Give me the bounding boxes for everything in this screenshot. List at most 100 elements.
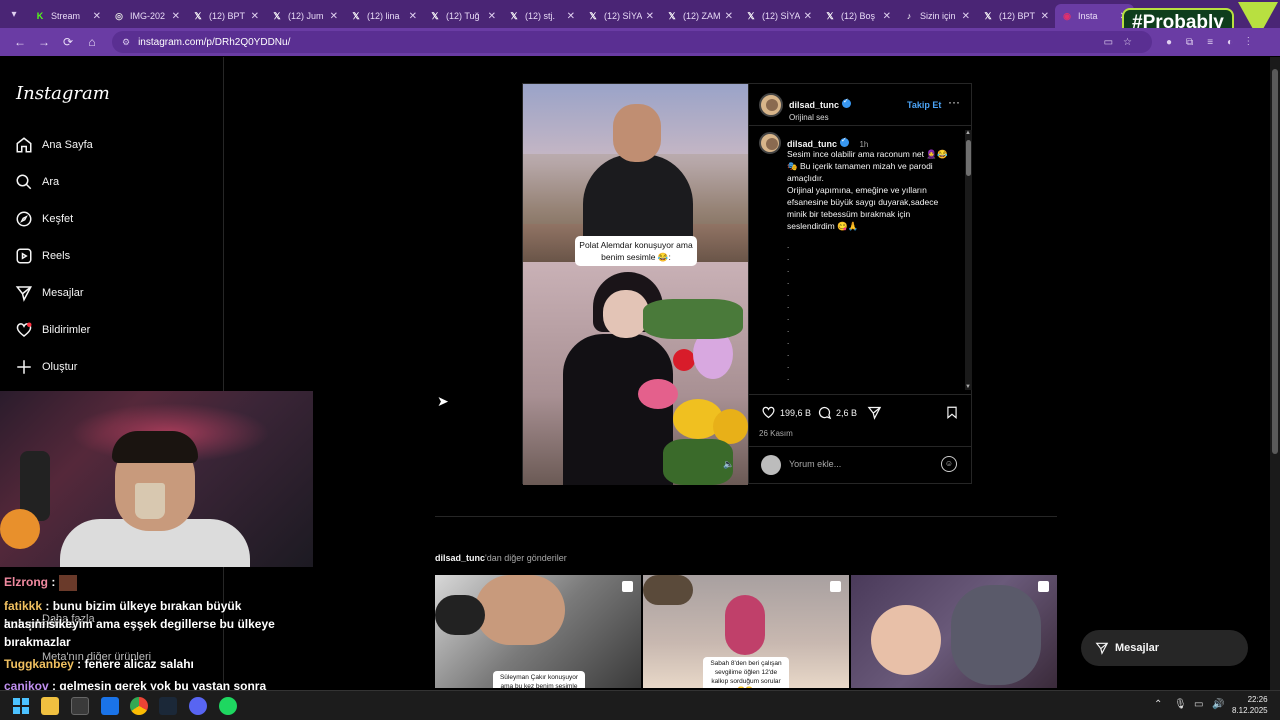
reel-video[interactable]: Polat Alemdar konuşuyor ama benim sesiml… [523,84,748,485]
save-button[interactable] [945,405,963,420]
more-posts-user[interactable]: dilsad_tunc [435,553,485,563]
back-button[interactable]: ← [8,35,32,49]
cast-icon[interactable]: ▭ [1104,37,1123,48]
mute-icon[interactable]: 🔈 [723,459,734,470]
caption-scrollbar[interactable]: ▲ ▼ [965,130,972,390]
tab-favicon-icon: 𝕏 [352,10,360,21]
comment-button[interactable]: 2,6 B [817,405,857,420]
tab-close-icon[interactable]: ✕ [488,11,496,22]
tab-close-icon[interactable]: ✕ [804,11,812,22]
windows-start-icon[interactable] [12,697,30,715]
tab-title: Stream [51,11,81,21]
browser-tab[interactable]: 𝕏 (12) SİYA ✕ [739,4,818,28]
verified-icon [842,97,852,109]
media-icon[interactable]: ≡ [1207,37,1227,48]
outlook-icon[interactable] [101,697,119,715]
tab-close-icon[interactable]: ✕ [567,11,575,22]
scroll-up-icon[interactable]: ▲ [965,130,971,136]
instagram-logo[interactable]: Instagram [16,83,110,104]
nav-messages[interactable]: Mesajlar [14,281,84,305]
messages-floating-button[interactable]: Mesajlar [1081,630,1248,666]
tray-expand-icon[interactable]: ⌃ [1154,699,1162,710]
scroll-down-icon[interactable]: ▼ [965,384,971,390]
caption-avatar[interactable] [759,132,781,154]
forward-button[interactable]: → [32,35,56,49]
puzzle-icon[interactable]: ⧉ [1186,37,1207,48]
nav-reels[interactable]: Reels [14,244,70,268]
emoji-icon[interactable]: ☺ [941,456,957,472]
audio-label[interactable]: Orijinal ses [789,113,851,122]
more-post-thumbnail[interactable]: Sabah 8'den beri çalışan sevgilime öğlen… [643,575,849,688]
profile-icon[interactable]: ◐ [1227,37,1247,48]
extension-icon[interactable]: ● [1166,37,1186,48]
user-avatar [761,455,781,475]
tab-title: (12) Jum [288,11,324,21]
network-icon[interactable]: ▭ [1194,699,1203,710]
discord-icon[interactable] [189,697,207,715]
browser-tab[interactable]: ◎ IMG-202 ✕ [107,4,186,28]
bookmark-star-icon[interactable]: ☆ [1123,37,1142,48]
file-explorer-icon[interactable] [41,697,59,715]
comment-input[interactable]: Yorum ekle... [789,459,841,469]
browser-tab[interactable]: ♪ Sizin için ✕ [897,4,976,28]
tab-close-icon[interactable]: ✕ [1041,11,1049,22]
tab-close-icon[interactable]: ✕ [646,11,654,22]
follow-button[interactable]: Takip Et [907,100,941,110]
address-bar-actions: ▭☆ [1104,37,1142,48]
browser-tab[interactable]: 𝕏 (12) Boş ✕ [818,4,897,28]
volume-icon[interactable]: 🔊 [1212,699,1224,710]
tab-close-icon[interactable]: ✕ [883,11,891,22]
like-button[interactable]: 199,6 B [761,405,811,420]
browser-tab[interactable]: 𝕏 (12) lina ✕ [344,4,423,28]
tab-close-icon[interactable]: ✕ [251,11,259,22]
address-bar[interactable]: ⚙ instagram.com/p/DRh2Q0YDDNu/ ▭☆ [112,31,1152,53]
chat-line: bırakmazlar [4,633,71,651]
page-scroll-thumb[interactable] [1272,69,1278,454]
site-info-icon[interactable]: ⚙ [122,37,130,48]
tab-close-icon[interactable]: ✕ [172,11,180,22]
tab-close-icon[interactable]: ✕ [725,11,733,22]
author-avatar[interactable] [759,93,783,117]
browser-tab[interactable]: 𝕏 (12) stj. ✕ [502,4,581,28]
nav-create[interactable]: Oluştur [14,355,77,379]
nav-search[interactable]: Ara [14,170,59,194]
browser-tab[interactable]: 𝕏 (12) Tuğ ✕ [423,4,502,28]
nav-notifications[interactable]: Bildirimler [14,318,90,342]
more-post-thumbnail[interactable]: Süleyman Çakır konuşuyor ama bu kez beni… [435,575,641,688]
tab-close-icon[interactable]: ✕ [330,11,338,22]
spotify-icon[interactable] [219,697,237,715]
browser-tab[interactable]: 𝕏 (12) Jum ✕ [265,4,344,28]
streamer-hair [112,431,198,463]
tab-favicon-icon: 𝕏 [668,10,676,21]
tab-search-button[interactable]: ▾ [0,0,28,28]
menu-icon[interactable]: ⋮ [1247,37,1264,48]
browser-tab[interactable]: 𝕏 (12) BPT ✕ [186,4,265,28]
steam-icon[interactable] [159,697,177,715]
thumb-animal [643,575,693,605]
reload-button[interactable]: ⟳ [56,35,80,49]
author-username[interactable]: dilsad_tunc [789,100,839,110]
more-post-thumbnail[interactable] [851,575,1057,688]
more-options-icon[interactable]: ··· [948,95,960,109]
scroll-thumb[interactable] [966,140,971,176]
thumb-figure [951,585,1041,685]
post-side-panel: dilsad_tunc Orijinal ses Takip Et ··· di… [748,84,972,483]
tab-title: (12) Tuğ [446,11,480,21]
home-button[interactable]: ⌂ [80,35,104,49]
share-button[interactable] [867,405,886,420]
store-icon[interactable] [71,697,89,715]
browser-tab[interactable]: 𝕏 (12) BPT ✕ [976,4,1055,28]
chrome-icon[interactable] [130,697,148,715]
nav-explore[interactable]: Keşfet [14,207,73,231]
nav-home[interactable]: Ana Sayfa [14,133,93,157]
browser-tab[interactable]: 𝕏 (12) SİYA ✕ [581,4,660,28]
browser-tab[interactable]: 𝕏 (12) ZAM ✕ [660,4,739,28]
tab-close-icon[interactable]: ✕ [962,11,970,22]
taskbar-clock[interactable]: 22:26 8.12.2025 [1232,694,1268,716]
page-scrollbar[interactable] [1270,57,1280,690]
chat-text: bırakmazlar [4,635,71,649]
mic-icon[interactable]: 🎙 [1174,699,1187,710]
browser-tab[interactable]: K Stream ✕ [28,4,107,28]
tab-close-icon[interactable]: ✕ [409,11,417,22]
tab-close-icon[interactable]: ✕ [93,11,101,22]
